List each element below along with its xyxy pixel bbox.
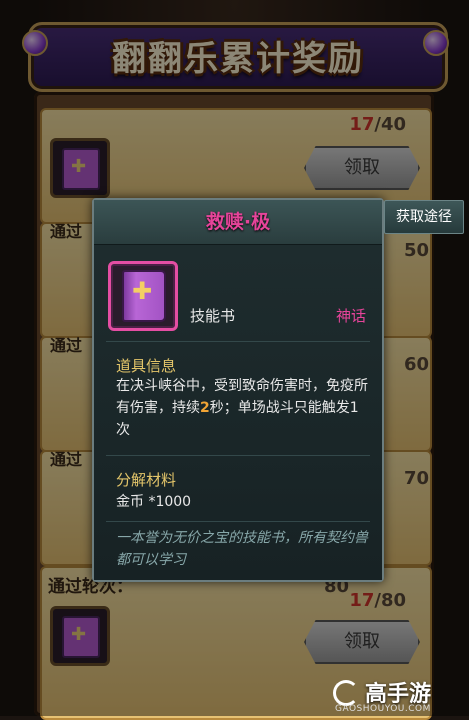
item-name: 救赎·极: [205, 211, 271, 233]
divider: [106, 521, 370, 522]
item-icon-frame: ✚: [108, 261, 178, 331]
divider: [106, 455, 370, 456]
cross-icon: ✚: [131, 277, 153, 305]
watermark-url: GAOSHOUYOU.COM: [335, 704, 431, 714]
obtain-method-button[interactable]: 获取途径: [384, 200, 464, 234]
divider: [106, 341, 370, 342]
watermark-logo-icon: [333, 680, 359, 706]
decompose-section-label: 分解材料: [116, 471, 177, 489]
item-description: 在决斗峡谷中，受到致命伤害时，免疫所有伤害，持续2秒；单场战斗只能触发1次: [116, 378, 368, 438]
tooltip-body: ✚ 技能书 神话 道具信息 在决斗峡谷中，受到致命伤害时，免疫所有伤害，持续2秒…: [94, 245, 382, 580]
item-rarity: 神话: [335, 307, 366, 325]
flavor-text: 一本誉为无价之宝的技能书，所有契约兽都可以学习: [116, 530, 368, 568]
skill-book-icon: ✚: [122, 270, 166, 322]
tooltip-header: 救赎·极: [94, 200, 382, 245]
item-type: 技能书: [190, 307, 236, 325]
watermark: 高手游 GAOSHOUYOU.COM: [333, 674, 463, 714]
item-tooltip: 救赎·极 ✚ 技能书 神话 道具信息 在决斗峡谷中，受到致命伤害时，免疫所有伤害…: [92, 198, 384, 582]
info-section-label: 道具信息: [116, 357, 177, 375]
decompose-value: 金币 *1000: [116, 494, 192, 510]
